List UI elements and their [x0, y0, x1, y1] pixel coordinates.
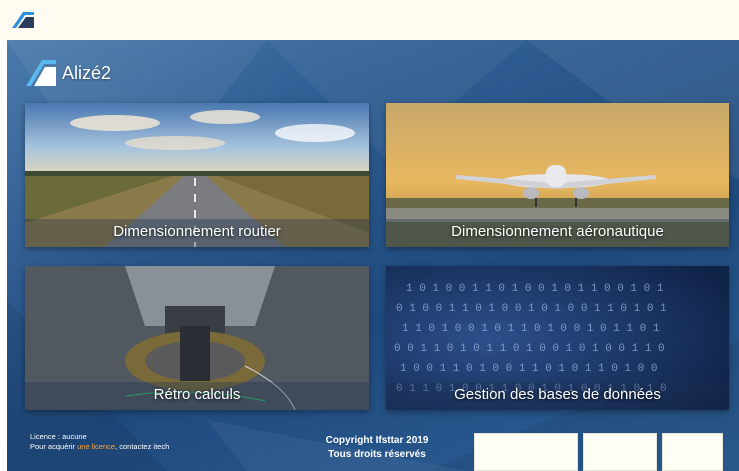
tile-back-calculation[interactable]: Rétro calculs	[25, 266, 369, 410]
tile-label: Dimensionnement aéronautique	[386, 219, 729, 247]
copyright-line: Copyright Ifsttar 2019	[325, 435, 429, 446]
alize-logo-icon	[26, 60, 56, 86]
partner-logo-box-2	[583, 433, 657, 471]
rights-reserved: Tous droits réservés	[328, 449, 426, 460]
licence-acquire-text: Pour acquérir une licence, contactez ite…	[30, 442, 169, 452]
svg-text:0 0 1 1 0 1 0 1 1 0 1 0 0 1 0: 0 0 1 1 0 1 0 1 1 0 1 0 0 1 0 1 0 0 1 1 …	[394, 343, 665, 355]
tile-airport-design[interactable]: Dimensionnement aéronautique	[386, 103, 729, 247]
svg-text:1 0 1 0 0 1 1 0 1 0 0 1 0 1 1: 1 0 1 0 0 1 1 0 1 0 0 1 0 1 1 0 0 1 0 1	[406, 283, 664, 295]
app-name: Alizé2	[62, 62, 112, 83]
svg-text:1 1 0 1 0 0 1 0 1 1 0 1 0 0 1: 1 1 0 1 0 0 1 0 1 1 0 1 0 0 1 0 1 1 0 1	[402, 323, 660, 335]
tile-road-design[interactable]: Dimensionnement routier	[25, 103, 369, 247]
partner-logo-box-1	[474, 433, 578, 471]
app-logo: Alizé2	[26, 60, 111, 86]
licence-info: Licence : aucune Pour acquérir une licen…	[30, 432, 169, 452]
svg-text:1 0 0 1 1 0 1 0 0 1 1 0 1 0 1: 1 0 0 1 1 0 1 0 0 1 1 0 1 0 1 1 0 1 0 0	[400, 363, 657, 375]
tile-database-management[interactable]: 1 0 1 0 0 1 1 0 1 0 0 1 0 1 1 0 0 1 0 1 …	[386, 266, 729, 410]
title-bar	[0, 0, 739, 40]
copyright: Copyright Ifsttar 2019 Tous droits réser…	[307, 434, 447, 462]
licence-acquire-suffix: , contactez itech	[115, 442, 170, 451]
main-panel: Alizé2 Dimensionnement routier Dimension…	[7, 40, 739, 471]
tile-label: Gestion des bases de données	[386, 382, 729, 410]
licence-status: Licence : aucune	[30, 432, 87, 441]
licence-link[interactable]: une licence	[77, 442, 115, 451]
tile-label: Dimensionnement routier	[25, 219, 369, 247]
partner-logo-box-3	[662, 433, 723, 471]
licence-acquire-prefix: Pour acquérir	[30, 442, 78, 451]
app-logo-icon	[12, 12, 34, 28]
tile-label: Rétro calculs	[25, 382, 369, 410]
svg-text:0 1 0 0 1 1 0 1 0 0 1 0 1 0 0: 0 1 0 0 1 1 0 1 0 0 1 0 1 0 0 1 1 0 1 0 …	[396, 303, 667, 315]
